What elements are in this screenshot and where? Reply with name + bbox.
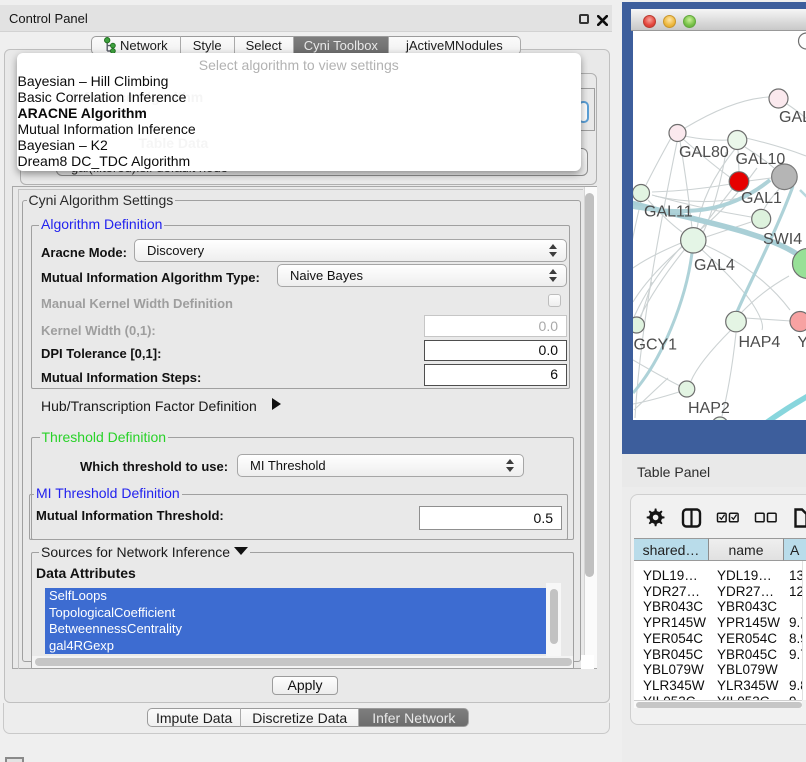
svg-text:GAL11: GAL11 xyxy=(644,204,693,221)
svg-text:GAL2: GAL2 xyxy=(779,109,806,126)
svg-text:GAL10: GAL10 xyxy=(736,151,786,168)
svg-text:GAL1: GAL1 xyxy=(741,190,782,207)
svg-text:GAL80: GAL80 xyxy=(679,144,729,161)
svg-text:HAP2: HAP2 xyxy=(688,400,730,417)
svg-text:SWI4: SWI4 xyxy=(763,231,802,248)
svg-text:HAP4: HAP4 xyxy=(739,334,781,351)
svg-text:GAL4: GAL4 xyxy=(694,257,735,274)
svg-text:GCY1: GCY1 xyxy=(634,337,678,354)
svg-text:YJ: YJ xyxy=(798,334,806,351)
